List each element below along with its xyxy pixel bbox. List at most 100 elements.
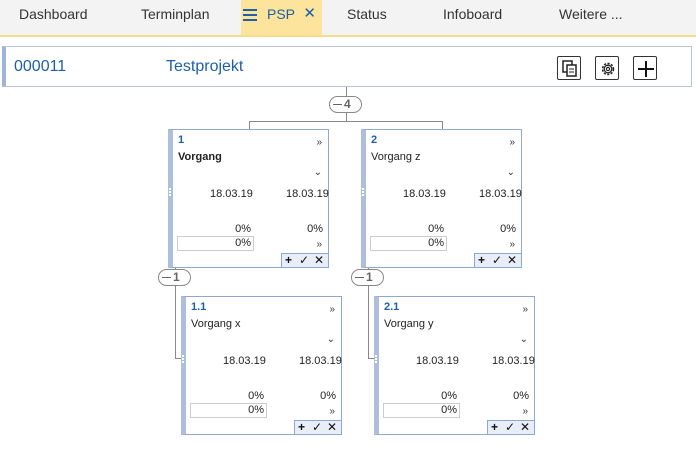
plus-icon <box>638 61 654 77</box>
add-icon[interactable]: + <box>298 421 305 434</box>
start-date: 18.03.19 <box>416 355 459 367</box>
minus-icon <box>333 104 342 106</box>
progress-input[interactable]: 0% <box>177 236 254 251</box>
minus-icon <box>162 277 171 279</box>
card-actions: + ✓ ✕ <box>281 253 329 268</box>
check-icon[interactable]: ✓ <box>299 254 309 267</box>
tab-label: Infoboard <box>443 6 503 22</box>
progress-input[interactable]: 0% <box>383 403 460 418</box>
drag-handle-icon[interactable] <box>362 188 365 198</box>
collapse-toggle-2[interactable]: 1 <box>351 269 384 286</box>
task-title: Vorgang x <box>191 318 241 330</box>
tab-label: PSP <box>267 6 296 22</box>
task-title: Vorgang z <box>371 151 421 163</box>
more-icon[interactable]: » <box>316 138 322 148</box>
connector-line <box>442 121 443 129</box>
connector-line <box>249 121 250 129</box>
task-card-2[interactable]: 2 » Vorgang z ⌄ 18.03.19 18.03.19 0% 0% … <box>361 129 522 268</box>
child-count: 1 <box>173 270 180 284</box>
tab-terminplan[interactable]: Terminplan <box>141 0 209 35</box>
hamburger-menu-icon[interactable] <box>243 9 257 21</box>
project-root-node[interactable]: 000011 Testprojekt <box>2 46 692 87</box>
task-number: 2.1 <box>384 301 400 313</box>
tab-bar: Dashboard Terminplan PSP ✕ Status Infobo… <box>0 0 696 37</box>
tab-label: Weitere ... <box>559 6 623 22</box>
chevron-down-icon[interactable]: ⌄ <box>507 167 515 178</box>
task-number: 1.1 <box>191 301 207 313</box>
minus-icon <box>355 277 364 279</box>
collapse-toggle-root[interactable]: 4 <box>329 96 362 113</box>
gear-icon <box>601 62 615 76</box>
progress-input[interactable]: 0% <box>190 403 267 418</box>
tab-infoboard[interactable]: Infoboard <box>443 0 502 35</box>
settings-button[interactable] <box>595 56 619 80</box>
percent-value: 0% <box>235 223 251 235</box>
connector-line <box>249 121 443 122</box>
end-date: 18.03.19 <box>299 355 342 367</box>
tab-psp[interactable]: PSP ✕ <box>241 0 322 35</box>
add-button[interactable] <box>633 56 657 80</box>
copy-button[interactable] <box>557 56 581 80</box>
chevron-down-icon[interactable]: ⌄ <box>314 167 322 178</box>
more-icon[interactable]: » <box>329 407 335 417</box>
tab-label: Terminplan <box>141 6 210 22</box>
percent-value: 0% <box>428 223 444 235</box>
chevron-down-icon[interactable]: ⌄ <box>520 334 528 345</box>
card-actions: + ✓ ✕ <box>474 253 522 268</box>
card-actions: + ✓ ✕ <box>487 420 535 435</box>
collapse-toggle-1[interactable]: 1 <box>158 269 191 286</box>
percent-value: 0% <box>307 223 323 235</box>
child-count: 1 <box>366 270 373 284</box>
start-date: 18.03.19 <box>403 188 446 200</box>
add-icon[interactable]: + <box>491 421 498 434</box>
connector-line <box>368 286 369 358</box>
percent-value: 0% <box>248 390 264 402</box>
check-icon[interactable]: ✓ <box>492 254 502 267</box>
drag-handle-icon[interactable] <box>182 355 185 365</box>
progress-input[interactable]: 0% <box>370 236 447 251</box>
close-icon[interactable]: ✕ <box>303 0 316 28</box>
project-code: 000011 <box>14 58 67 75</box>
delete-icon[interactable]: ✕ <box>314 254 324 267</box>
start-date: 18.03.19 <box>223 355 266 367</box>
percent-value: 0% <box>513 390 529 402</box>
card-actions: + ✓ ✕ <box>294 420 342 435</box>
task-number: 1 <box>178 134 185 146</box>
tab-label: Status <box>347 6 387 22</box>
check-icon[interactable]: ✓ <box>312 421 322 434</box>
connector-line <box>346 113 347 121</box>
percent-value: 0% <box>500 223 516 235</box>
more-icon[interactable]: » <box>329 305 335 315</box>
start-date: 18.03.19 <box>210 188 253 200</box>
task-title: Vorgang <box>178 151 222 163</box>
task-card-1[interactable]: 1 » Vorgang ⌄ 18.03.19 18.03.19 0% 0% 0%… <box>168 129 329 268</box>
percent-value: 0% <box>441 390 457 402</box>
drag-handle-icon[interactable] <box>169 188 172 198</box>
end-date: 18.03.19 <box>492 355 535 367</box>
more-icon[interactable]: » <box>316 240 322 250</box>
delete-icon[interactable]: ✕ <box>507 254 517 267</box>
connector-line <box>175 286 176 358</box>
drag-handle-icon[interactable] <box>375 355 378 365</box>
more-icon[interactable]: » <box>522 407 528 417</box>
project-name: Testprojekt <box>166 58 244 75</box>
end-date: 18.03.19 <box>286 188 329 200</box>
percent-value: 0% <box>320 390 336 402</box>
more-icon[interactable]: » <box>509 240 515 250</box>
chevron-down-icon[interactable]: ⌄ <box>327 334 335 345</box>
delete-icon[interactable]: ✕ <box>327 421 337 434</box>
tab-weitere[interactable]: Weitere ... <box>559 0 623 35</box>
check-icon[interactable]: ✓ <box>505 421 515 434</box>
task-title: Vorgang y <box>384 318 434 330</box>
add-icon[interactable]: + <box>478 254 485 267</box>
tab-dashboard[interactable]: Dashboard <box>19 0 88 35</box>
delete-icon[interactable]: ✕ <box>520 421 530 434</box>
more-icon[interactable]: » <box>509 138 515 148</box>
tab-status[interactable]: Status <box>347 0 387 35</box>
task-card-1-1[interactable]: 1.1 » Vorgang x ⌄ 18.03.19 18.03.19 0% 0… <box>181 296 342 435</box>
add-icon[interactable]: + <box>285 254 292 267</box>
task-card-2-1[interactable]: 2.1 » Vorgang y ⌄ 18.03.19 18.03.19 0% 0… <box>374 296 535 435</box>
copy-icon <box>562 60 577 77</box>
more-icon[interactable]: » <box>522 305 528 315</box>
child-count: 4 <box>344 97 351 111</box>
